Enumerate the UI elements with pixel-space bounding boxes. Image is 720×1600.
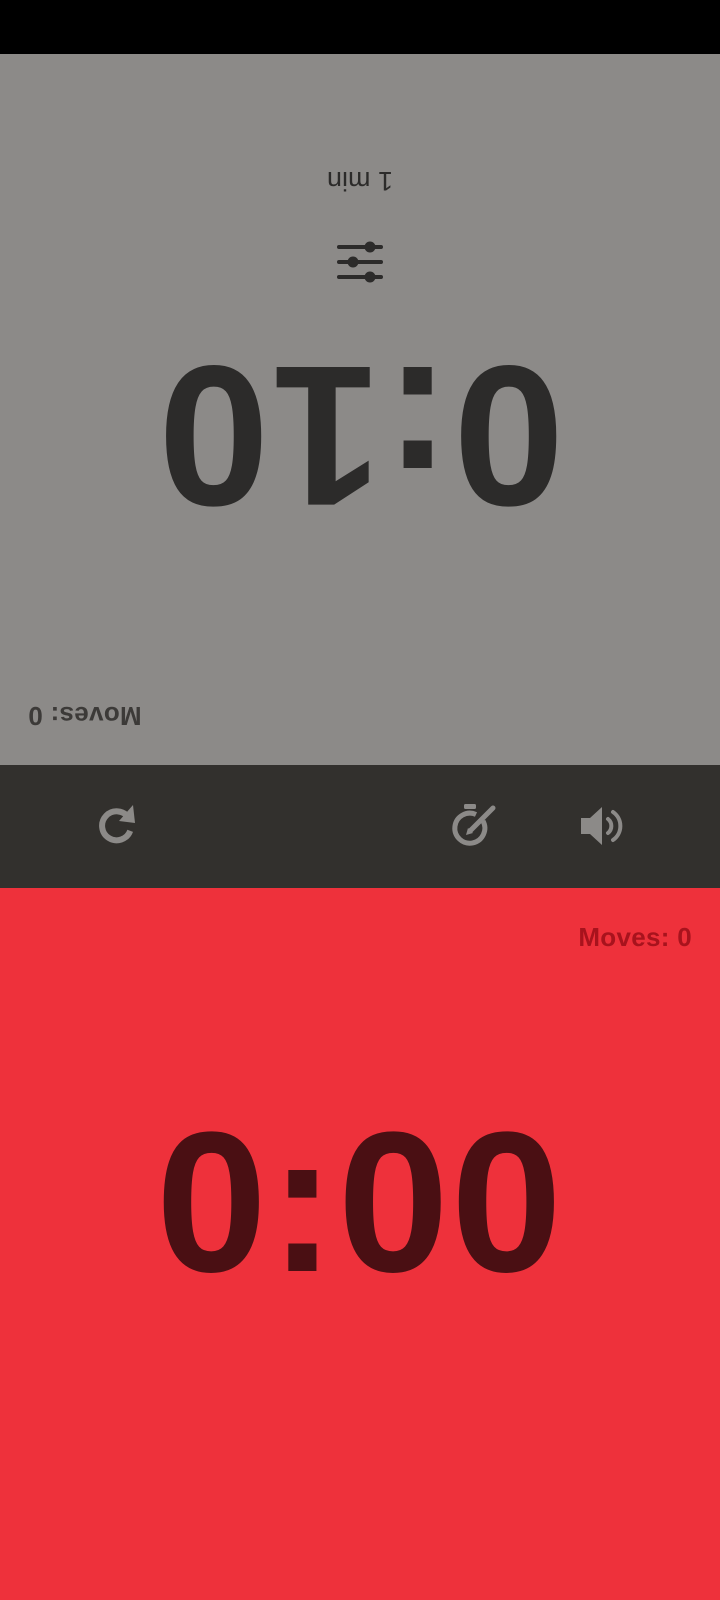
bottom-player-clock[interactable]: Moves: 0 0:00: [0, 888, 720, 1600]
top-time-display: 0:10: [155, 324, 565, 547]
edit-timer-button[interactable]: [449, 801, 499, 851]
bottom-time-display: 0:00: [155, 1091, 565, 1314]
sliders-icon[interactable]: [337, 241, 383, 283]
sound-toggle-button[interactable]: [577, 801, 627, 851]
control-bar: [0, 765, 720, 888]
top-moves-counter: Moves: 0: [28, 701, 142, 731]
top-player-clock[interactable]: Moves: 0 0:10 1 min: [0, 54, 720, 765]
volume-icon: [581, 807, 623, 845]
stopwatch-edit-icon: [452, 804, 496, 846]
bottom-moves-counter: Moves: 0: [578, 922, 692, 952]
refresh-icon: [99, 805, 135, 844]
time-preset-label: 1 min: [326, 166, 394, 196]
reset-button[interactable]: [92, 801, 142, 851]
status-bar: [0, 0, 720, 54]
top-player-rotated-content: Moves: 0 0:10 1 min: [0, 54, 720, 765]
chess-clock-app: Moves: 0 0:10 1 min Moves: 0 0:00: [0, 0, 720, 1600]
